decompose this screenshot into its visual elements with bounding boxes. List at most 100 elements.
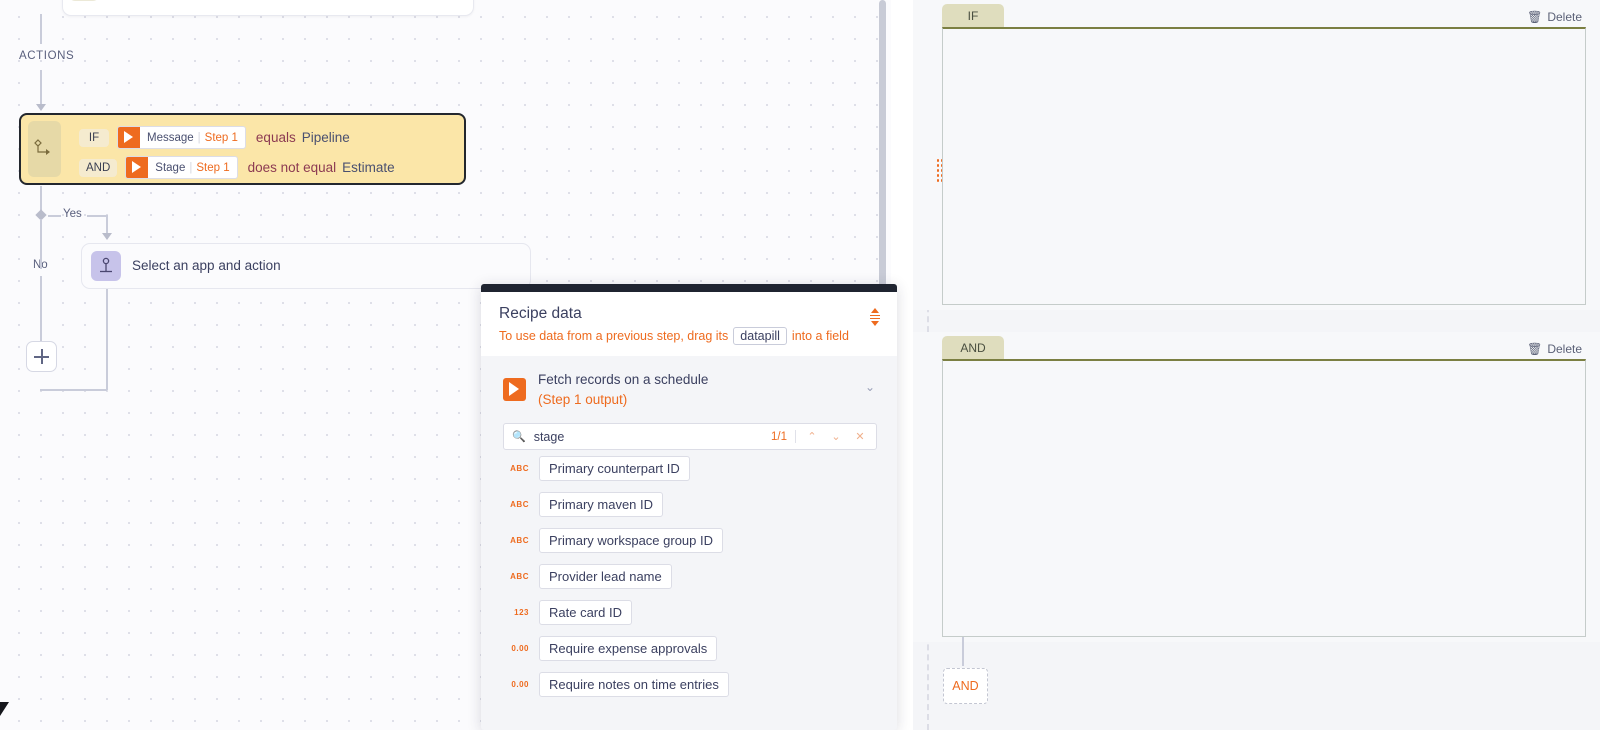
add-and-condition-button[interactable]: AND bbox=[943, 668, 988, 704]
flow-line-no-a bbox=[40, 219, 42, 269]
list-item[interactable]: 0.00 Require expense approvals bbox=[503, 636, 875, 662]
subtitle-text-before: To use data from a previous step, drag i… bbox=[499, 329, 729, 343]
flow-line-loop-down bbox=[106, 289, 108, 390]
recipe-step-header[interactable]: Fetch records on a schedule (Step 1 outp… bbox=[495, 356, 883, 421]
recipe-data-body: Fetch records on a schedule (Step 1 outp… bbox=[481, 356, 897, 698]
flow-line-yes-a bbox=[48, 215, 61, 217]
search-divider bbox=[795, 430, 796, 444]
recipe-step-name: Fetch records on a schedule bbox=[538, 372, 709, 387]
if-branch-icon bbox=[28, 121, 61, 177]
if-condition-operator: equals bbox=[255, 130, 296, 145]
select-app-action-card[interactable]: Select an app and action bbox=[81, 243, 531, 289]
search-result-count: 1/1 bbox=[771, 430, 787, 443]
flow-line-yes-b bbox=[87, 215, 107, 217]
condition-card-body-and bbox=[942, 359, 1586, 637]
chevron-down-icon[interactable]: ⌄ bbox=[865, 380, 875, 394]
if-condition-value: Pipeline bbox=[301, 130, 350, 145]
panel-drag-bar[interactable] bbox=[481, 284, 897, 292]
step-badge bbox=[69, 0, 99, 1]
list-item[interactable]: ABC Primary maven ID bbox=[503, 492, 875, 518]
mouse-cursor bbox=[0, 702, 9, 716]
search-clear-icon[interactable]: ✕ bbox=[852, 430, 868, 443]
flow-line-loop-left bbox=[40, 389, 107, 391]
datapill-separator: | bbox=[189, 161, 193, 174]
trash-icon: 🗑 bbox=[1527, 10, 1543, 24]
anchor-glyph-icon bbox=[100, 257, 112, 273]
placeholder-step-icon bbox=[91, 251, 121, 281]
condition-tab-if[interactable]: IF bbox=[942, 4, 1004, 27]
panel-resize-handle-icon[interactable] bbox=[869, 308, 881, 326]
connector-logo-icon bbox=[503, 378, 526, 402]
select-app-action-label: Select an app and action bbox=[132, 258, 281, 273]
list-item[interactable]: 0.00 Require notes on time entries bbox=[503, 672, 875, 698]
recipe-step-output: (Step 1 output) bbox=[538, 391, 628, 407]
datapill-chip[interactable]: Require notes on time entries bbox=[539, 672, 729, 698]
condition-block-if[interactable]: IF 🗑 Delete Data field* Text Formula ABC bbox=[913, 0, 1600, 310]
datapill-chip[interactable]: Primary counterpart ID bbox=[539, 456, 690, 482]
recipe-data-subtitle: To use data from a previous step, drag i… bbox=[499, 327, 879, 345]
step-config-panel[interactable]: IF 🗑 Delete Data field* Text Formula ABC bbox=[913, 0, 1600, 730]
flow-line-to-if bbox=[40, 70, 42, 106]
delete-label: Delete bbox=[1547, 342, 1582, 356]
list-item[interactable]: ABC Provider lead name bbox=[503, 564, 875, 590]
condition-card-body-if bbox=[942, 27, 1586, 305]
flow-arrow-to-if bbox=[36, 104, 46, 111]
datapill-field-name: Stage bbox=[155, 161, 186, 174]
flow-line-no-b bbox=[40, 276, 42, 342]
drag-handle-icon[interactable] bbox=[936, 158, 942, 184]
type-icon: ABC bbox=[510, 572, 529, 582]
flow-line-add-and bbox=[962, 637, 964, 666]
delete-condition-button[interactable]: 🗑 Delete bbox=[1527, 342, 1582, 356]
datapill-field-name: Message bbox=[147, 131, 194, 144]
if-condition-block[interactable]: IF Message | Step 1 equals Pipeline AND bbox=[19, 113, 466, 185]
branch-label-yes: Yes bbox=[63, 208, 82, 220]
if-operator-chip: IF bbox=[79, 128, 109, 147]
subtitle-text-after: into a field bbox=[791, 329, 849, 343]
type-icon: ABC bbox=[510, 500, 529, 510]
flow-line-yes-down bbox=[106, 215, 108, 235]
connector-logo-icon bbox=[118, 127, 140, 148]
list-item[interactable]: ABC Primary workspace group ID bbox=[503, 528, 875, 554]
datapill-chip[interactable]: Primary workspace group ID bbox=[539, 528, 723, 554]
datapill-chip[interactable]: Rate card ID bbox=[539, 600, 632, 626]
datapill-stage[interactable]: Stage | Step 1 bbox=[125, 156, 238, 179]
type-icon: ABC bbox=[510, 536, 529, 546]
datapill-separator: | bbox=[197, 131, 201, 144]
datapill-chip[interactable]: Provider lead name bbox=[539, 564, 672, 590]
recipe-data-title: Recipe data bbox=[499, 305, 582, 322]
and-operator-chip: AND bbox=[79, 158, 118, 177]
datapill-step: Step 1 bbox=[196, 161, 230, 174]
datapill-message[interactable]: Message | Step 1 bbox=[117, 126, 246, 149]
recipe-data-header: Recipe data To use data from a previous … bbox=[481, 292, 897, 356]
datapill-chip[interactable]: Primary maven ID bbox=[539, 492, 664, 518]
list-item[interactable]: 123 Rate card ID bbox=[503, 600, 875, 626]
condition-tab-and[interactable]: AND bbox=[942, 336, 1004, 359]
and-condition-operator: does not equal bbox=[247, 160, 337, 175]
type-icon: 0.00 bbox=[511, 680, 529, 690]
app-root: ACTIONS IF Message | Step 1 equals Pipel… bbox=[0, 0, 1600, 730]
vertical-resize-icon bbox=[870, 308, 880, 326]
flow-arrow-to-select bbox=[102, 233, 112, 240]
search-next-icon[interactable]: ⌄ bbox=[828, 430, 844, 443]
type-icon: ABC bbox=[510, 464, 529, 474]
type-icon: 123 bbox=[514, 608, 529, 618]
recipe-data-panel[interactable]: Recipe data To use data from a previous … bbox=[481, 284, 897, 730]
add-step-button[interactable] bbox=[26, 341, 57, 372]
flow-line-top bbox=[40, 14, 42, 44]
search-prev-icon[interactable]: ⌃ bbox=[804, 430, 820, 443]
search-icon: 🔍 bbox=[512, 431, 526, 444]
trash-icon: 🗑 bbox=[1527, 342, 1543, 356]
datapill-list: ABC Primary counterpart ID ABC Primary m… bbox=[495, 456, 883, 698]
delete-condition-button[interactable]: 🗑 Delete bbox=[1527, 10, 1582, 24]
branch-glyph-icon bbox=[34, 139, 50, 155]
if-condition-row-1[interactable]: IF Message | Step 1 equals Pipeline bbox=[79, 126, 350, 149]
datapill-search-box[interactable]: 🔍 stage 1/1 ⌃ ⌄ ✕ bbox=[503, 423, 877, 451]
search-input[interactable]: stage bbox=[534, 430, 763, 444]
type-icon: 0.00 bbox=[511, 644, 529, 654]
datapill-chip[interactable]: Require expense approvals bbox=[539, 636, 718, 662]
if-condition-row-2[interactable]: AND Stage | Step 1 does not equal Estima… bbox=[79, 156, 395, 179]
list-item[interactable]: ABC Primary counterpart ID bbox=[503, 456, 875, 482]
condition-block-and[interactable]: AND 🗑 Delete Data field* ABC Stage | bbox=[913, 332, 1600, 642]
delete-label: Delete bbox=[1547, 10, 1582, 24]
previous-step-card[interactable] bbox=[62, 0, 474, 16]
